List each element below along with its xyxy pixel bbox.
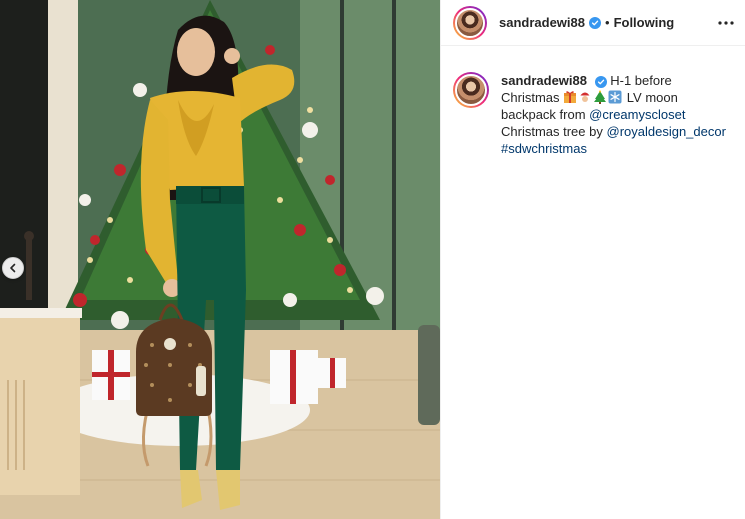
mention-link-creamyscloset[interactable]: @creamyscloset [589,107,685,122]
post-photo-illustration [0,0,440,519]
profile-avatar[interactable] [453,5,487,40]
gift-emoji-icon [564,91,577,103]
following-button[interactable]: Following [614,15,675,30]
caption-block: sandradewi88 H-1 before Christmas LV moo… [441,46,745,157]
chevron-left-icon [10,263,16,273]
verified-badge-icon [594,76,607,88]
mention-link-royaldesign-decor[interactable]: @royaldesign_decor [607,124,726,139]
profile-username-link[interactable]: sandradewi88 [499,15,585,30]
christmas-tree-emoji-icon [594,90,607,104]
carousel-prev-button[interactable] [2,257,24,279]
more-options-icon [718,21,734,25]
verified-badge-icon [589,16,601,29]
caption-username-link[interactable]: sandradewi88 [501,73,587,88]
post-header: sandradewi88 • Following [441,0,745,46]
post-side-panel: sandradewi88 • Following sandradewi88 H-… [440,0,745,519]
caption-text: sandradewi88 H-1 before Christmas LV moo… [501,72,733,157]
caption-avatar[interactable] [453,72,489,108]
post-photo[interactable] [0,0,440,519]
santa-emoji-icon [580,92,592,102]
hashtag-link[interactable]: #sdwchristmas [501,141,587,156]
follow-separator: • [605,15,610,30]
more-options-button[interactable] [715,12,737,34]
snowflake-emoji-icon [608,90,622,104]
caption-part-3: Christmas tree by [501,124,603,139]
